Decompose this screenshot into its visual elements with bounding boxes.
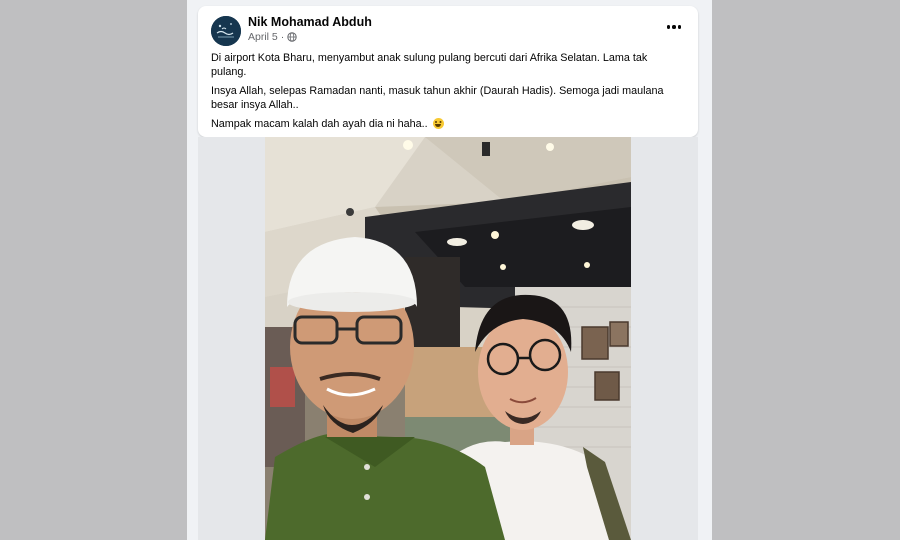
post-meta: April 5 ·	[248, 31, 297, 43]
grinning-face-emoji	[432, 118, 444, 129]
post-author-name[interactable]: Nik Mohamad Abduh	[248, 15, 372, 29]
globe-icon[interactable]	[287, 32, 297, 42]
meta-separator: ·	[280, 31, 285, 43]
post-photo[interactable]	[265, 137, 631, 540]
post-paragraph-last: Nampak macam kalah dah ayah dia ni haha.…	[211, 118, 681, 132]
post-photo-container	[198, 137, 698, 540]
more-options-icon[interactable]	[662, 20, 686, 34]
post-paragraph: Insya Allah, selepas Ramadan nanti, masu…	[211, 85, 664, 111]
post-paragraph: Di airport Kota Bharu, menyambut anak su…	[211, 52, 648, 78]
post-paragraph-text: Nampak macam kalah dah ayah dia ni haha.…	[211, 118, 428, 130]
author-avatar[interactable]	[211, 16, 241, 46]
post-card: Nik Mohamad Abduh April 5 · Di airport K…	[198, 6, 698, 137]
post-text: Di airport Kota Bharu, menyambut anak su…	[211, 52, 681, 138]
post-date[interactable]: April 5	[248, 31, 278, 43]
